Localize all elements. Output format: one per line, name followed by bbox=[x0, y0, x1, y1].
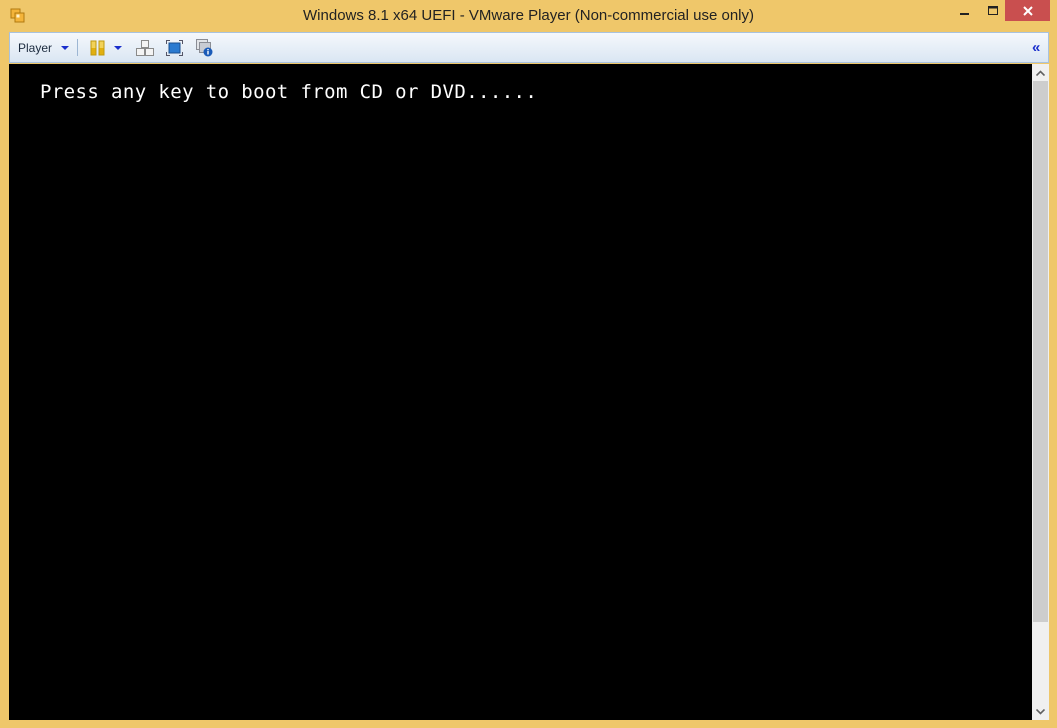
pause-button[interactable] bbox=[90, 33, 106, 62]
pause-icon bbox=[90, 40, 105, 55]
unity-button[interactable] bbox=[196, 33, 214, 62]
send-ctrl-alt-del-icon bbox=[136, 39, 154, 56]
maximize-icon bbox=[987, 5, 998, 15]
pause-dropdown-button[interactable] bbox=[114, 33, 122, 62]
chevron-down-icon bbox=[114, 45, 122, 50]
console-boot-message: Press any key to boot from CD or DVD....… bbox=[40, 81, 538, 103]
close-icon bbox=[1022, 5, 1033, 16]
scrollbar-thumb[interactable] bbox=[1033, 81, 1048, 623]
double-chevron-left-icon: « bbox=[1032, 39, 1041, 56]
player-menu-button[interactable]: Player bbox=[18, 33, 70, 62]
window-title: Windows 8.1 x64 UEFI - VMware Player (No… bbox=[303, 7, 754, 24]
chevron-up-icon bbox=[1036, 69, 1045, 76]
chevron-down-icon bbox=[61, 45, 70, 50]
minimize-button[interactable] bbox=[950, 0, 980, 21]
scroll-down-button[interactable] bbox=[1032, 703, 1049, 720]
maximize-button[interactable] bbox=[978, 0, 1008, 21]
full-screen-button[interactable] bbox=[166, 33, 183, 62]
vm-console-screen[interactable]: Press any key to boot from CD or DVD....… bbox=[9, 64, 1032, 720]
chevron-down-icon bbox=[1036, 708, 1045, 715]
toolbar-separator bbox=[77, 39, 78, 56]
vertical-scrollbar[interactable] bbox=[1032, 64, 1049, 720]
full-screen-icon bbox=[166, 39, 183, 56]
minimize-icon bbox=[960, 12, 969, 15]
player-menu-label: Player bbox=[18, 40, 53, 55]
close-button[interactable] bbox=[1005, 0, 1050, 21]
send-ctrl-alt-del-button[interactable] bbox=[136, 33, 154, 62]
scroll-up-button[interactable] bbox=[1032, 64, 1049, 81]
unity-icon bbox=[196, 38, 213, 56]
toolbar: Player « bbox=[9, 32, 1049, 63]
title-bar[interactable]: Windows 8.1 x64 UEFI - VMware Player (No… bbox=[0, 0, 1057, 31]
collapse-toolbar-button[interactable]: « bbox=[1032, 33, 1040, 62]
